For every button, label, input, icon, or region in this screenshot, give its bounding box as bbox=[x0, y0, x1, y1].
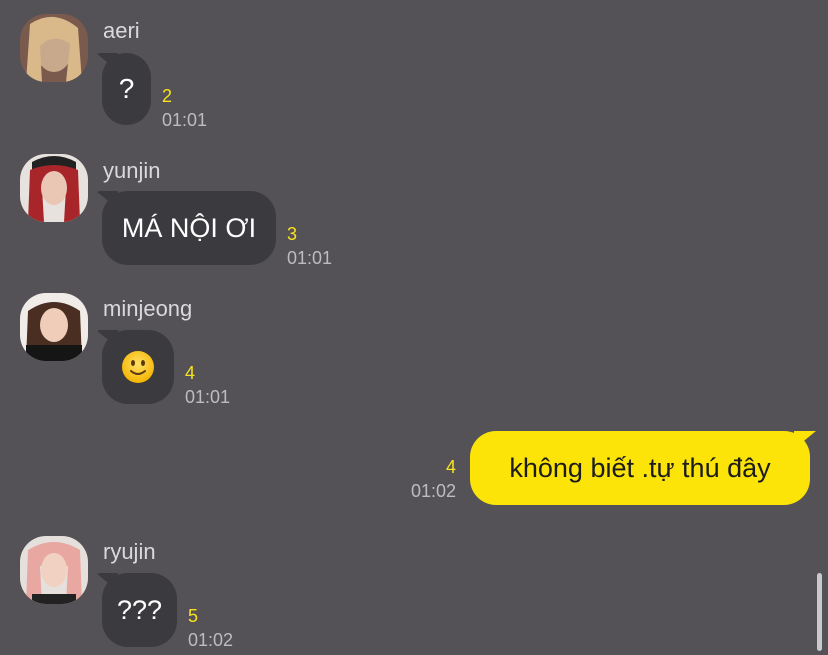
message-bubble[interactable] bbox=[102, 330, 174, 404]
avatar-minjeong[interactable] bbox=[20, 293, 88, 361]
avatar-image-minjeong bbox=[20, 293, 88, 361]
chat-scrollbar[interactable] bbox=[817, 573, 822, 651]
avatar-image-ryujin bbox=[20, 536, 88, 604]
message-bubble-outgoing[interactable]: không biết .tự thú đây bbox=[470, 431, 810, 505]
avatar-yunjin[interactable] bbox=[20, 154, 88, 222]
sender-name: yunjin bbox=[103, 158, 161, 183]
timestamp: 01:02 bbox=[188, 630, 234, 650]
sender-name: aeri bbox=[103, 18, 140, 43]
message-text: MÁ NỘI ƠI bbox=[121, 212, 257, 243]
slightly-smiling-face-icon bbox=[122, 351, 154, 383]
unread-count: 3 bbox=[287, 224, 298, 244]
sender-name: minjeong bbox=[103, 296, 193, 321]
timestamp: 01:01 bbox=[162, 110, 208, 130]
message-meta: 4 01:01 bbox=[185, 364, 230, 406]
message-bubble[interactable]: ??? bbox=[102, 573, 177, 647]
sender-name: ryujin bbox=[103, 539, 156, 564]
message-bubble[interactable]: MÁ NỘI ƠI bbox=[102, 191, 276, 265]
message-meta: 5 01:02 bbox=[188, 607, 233, 649]
avatar-image-aeri bbox=[20, 14, 88, 82]
message-text: không biết .tự thú đây bbox=[509, 452, 771, 483]
avatar-aeri[interactable] bbox=[20, 14, 88, 82]
unread-count: 4 bbox=[185, 363, 196, 383]
message-meta: 3 01:01 bbox=[287, 225, 332, 267]
timestamp: 01:02 bbox=[410, 481, 456, 501]
timestamp: 01:01 bbox=[185, 387, 231, 407]
message-text: ??? bbox=[116, 594, 163, 625]
unread-count: 4 bbox=[445, 457, 456, 477]
message-bubble[interactable]: ? bbox=[102, 53, 151, 125]
message-meta: 2 01:01 bbox=[162, 87, 207, 129]
timestamp: 01:01 bbox=[287, 248, 333, 268]
message-meta: 4 01:02 bbox=[411, 458, 456, 500]
avatar-ryujin[interactable] bbox=[20, 536, 88, 604]
message-text: ? bbox=[118, 73, 135, 104]
avatar-image-yunjin bbox=[20, 154, 88, 222]
unread-count: 5 bbox=[188, 606, 199, 626]
unread-count: 2 bbox=[162, 86, 173, 106]
